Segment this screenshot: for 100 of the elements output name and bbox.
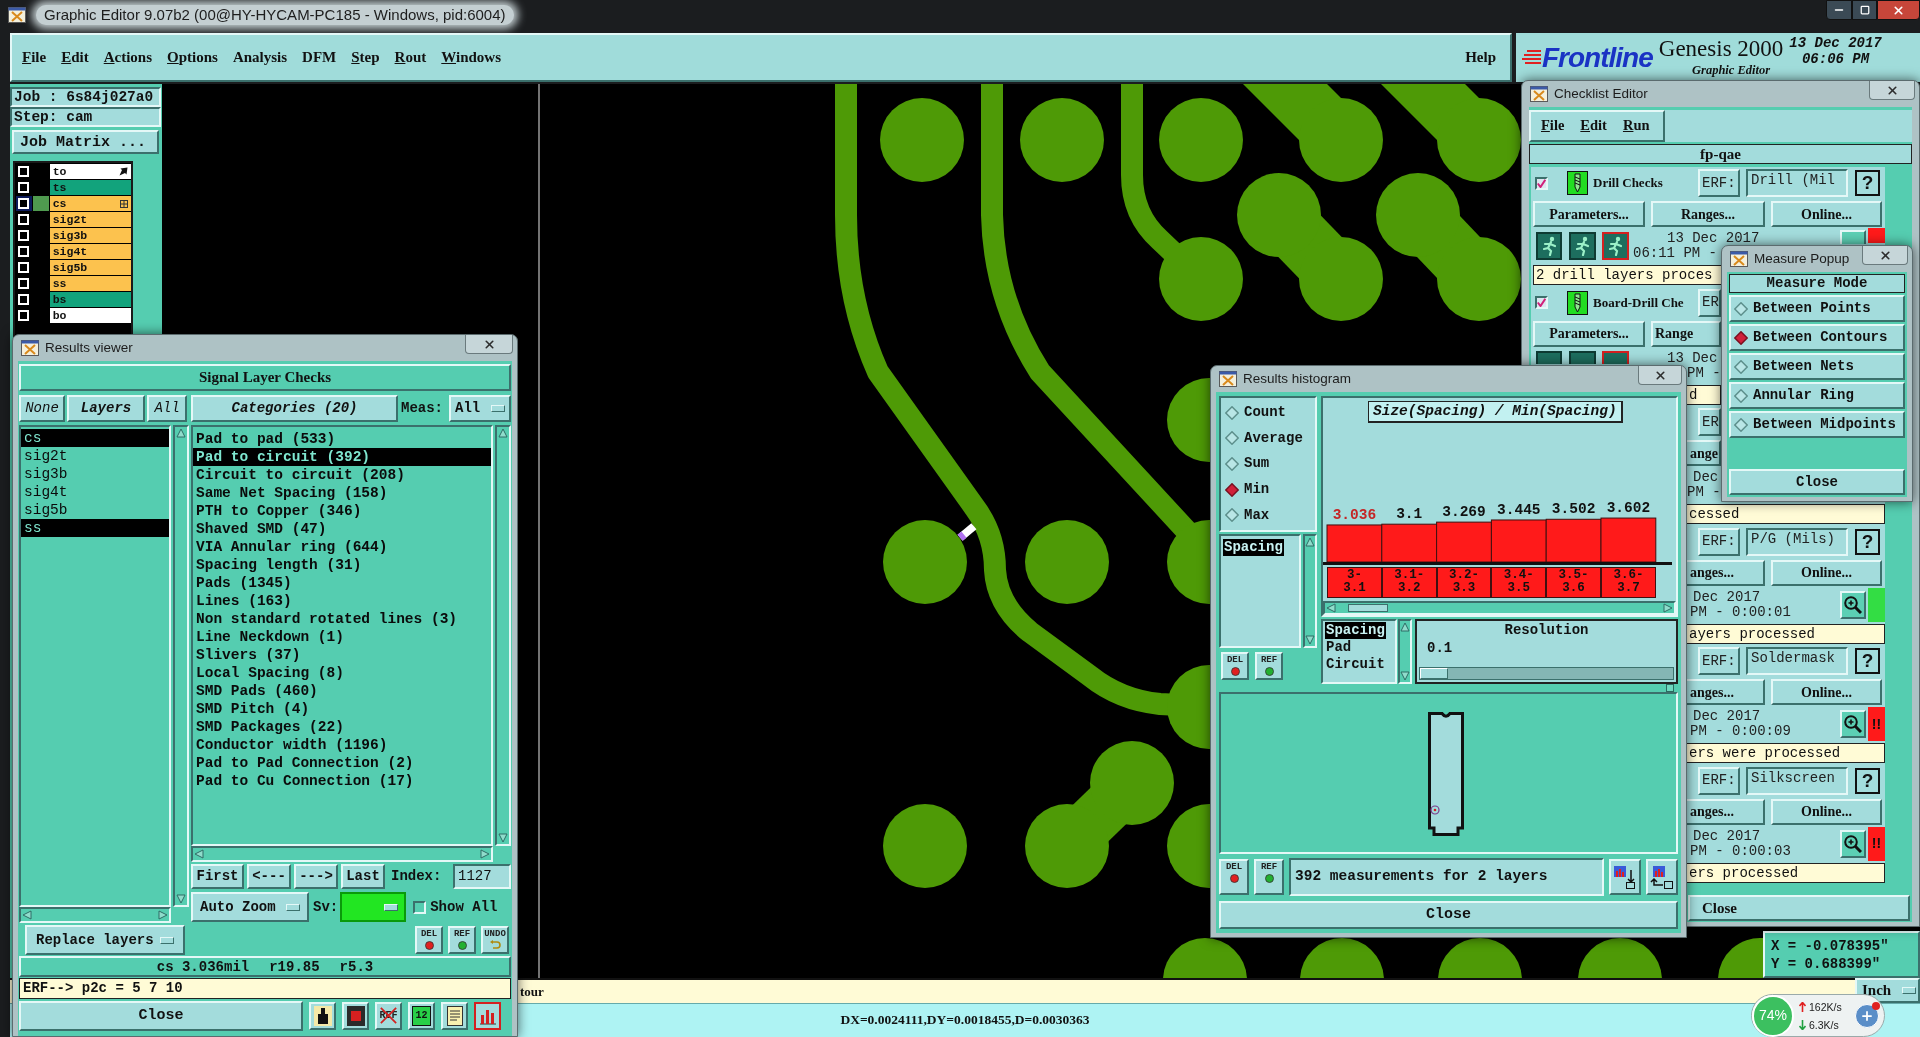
menu-item[interactable]: File: [22, 46, 47, 69]
radio-option[interactable]: Min: [1221, 478, 1270, 501]
menu-item[interactable]: Step: [351, 46, 380, 69]
erf-button[interactable]: ERF:: [1698, 169, 1740, 197]
list-item[interactable]: PTH to Copper (346): [193, 502, 491, 520]
zoom-button[interactable]: [1840, 829, 1866, 858]
scrollbar[interactable]: [1303, 534, 1317, 648]
menu-item[interactable]: File: [1541, 115, 1565, 137]
erf-field[interactable]: Soldermask: [1746, 647, 1848, 675]
layer-name[interactable]: cs: [49, 196, 131, 211]
histogram-button[interactable]: [474, 1002, 501, 1030]
close-button[interactable]: [1877, 0, 1920, 20]
add-button[interactable]: [1855, 1003, 1879, 1028]
scrollbar[interactable]: [1398, 619, 1412, 684]
numbering-button[interactable]: 12: [408, 1002, 435, 1030]
menu-item[interactable]: Options: [167, 46, 218, 69]
delete-button[interactable]: DEL: [1219, 859, 1249, 895]
nav-button[interactable]: Last: [341, 864, 385, 889]
list-item[interactable]: Pad to Pad Connection (2): [193, 754, 491, 772]
radio-option[interactable]: Count: [1221, 401, 1286, 424]
layer-checkbox[interactable]: [18, 310, 30, 321]
close-button[interactable]: Close: [19, 1001, 303, 1031]
check-action-button[interactable]: Online...: [1771, 201, 1882, 227]
menu-item[interactable]: DFM: [302, 46, 337, 69]
menu-item[interactable]: Edit: [61, 46, 89, 69]
list-item[interactable]: sig3b: [21, 465, 169, 483]
check-action-button[interactable]: Online...: [1771, 679, 1882, 705]
refresh-button[interactable]: REF: [1255, 652, 1283, 680]
scrollbar[interactable]: [495, 425, 511, 846]
close-button[interactable]: Close: [1219, 901, 1678, 929]
list-item[interactable]: Same Net Spacing (158): [193, 484, 491, 502]
menu-item[interactable]: Rout: [394, 46, 427, 69]
color-dropdown[interactable]: [340, 892, 407, 922]
radio-option[interactable]: Max: [1221, 504, 1270, 527]
meas-dropdown[interactable]: All: [449, 395, 511, 422]
checkbox[interactable]: [1535, 296, 1548, 309]
list-item[interactable]: Pad to Cu Connection (17): [193, 772, 491, 790]
categories-button[interactable]: Categories (20): [191, 395, 398, 422]
erf-button[interactable]: ER: [1698, 288, 1721, 317]
list-item[interactable]: Circuit: [1325, 656, 1386, 673]
check-action-button[interactable]: ange: [1687, 440, 1721, 466]
zoom-button[interactable]: [1840, 590, 1866, 619]
nav-button[interactable]: <---: [247, 864, 291, 889]
erf-button[interactable]: ER: [1698, 408, 1721, 436]
radio-option[interactable]: Average: [1221, 427, 1303, 450]
list-item[interactable]: SMD Packages (22): [193, 718, 491, 736]
layer-checkbox[interactable]: [18, 214, 30, 225]
refresh-button[interactable]: REF: [448, 926, 476, 954]
refresh-button[interactable]: REF: [1254, 859, 1284, 895]
list-item[interactable]: Shaved SMD (47): [193, 520, 491, 538]
list-item[interactable]: SMD Pads (460): [193, 682, 491, 700]
layer-name[interactable]: sig5b: [49, 260, 131, 275]
close-button[interactable]: Close: [1688, 894, 1910, 921]
layer-name[interactable]: bo: [49, 308, 131, 323]
radio-option[interactable]: Sum: [1221, 453, 1270, 475]
layer-checkbox[interactable]: [18, 230, 30, 241]
list-item[interactable]: Local Spacing (8): [193, 664, 491, 682]
check-action-button[interactable]: anges...: [1687, 679, 1765, 705]
check-action-button[interactable]: Online...: [1771, 559, 1882, 586]
stop-tool-button[interactable]: [342, 1002, 369, 1030]
layer-name[interactable]: to: [49, 164, 131, 179]
close-button[interactable]: Close: [1729, 469, 1905, 495]
menu-item[interactable]: Run: [1622, 115, 1650, 137]
check-action-button[interactable]: Parameters...: [1533, 201, 1645, 227]
run-button[interactable]: [1569, 232, 1596, 260]
scrollbar[interactable]: [19, 907, 171, 923]
layer-checkbox[interactable]: [18, 294, 30, 305]
maximize-button[interactable]: [1852, 0, 1877, 20]
list-item[interactable]: ss: [21, 519, 169, 537]
help-button[interactable]: ?: [1855, 528, 1880, 555]
list-item[interactable]: sig5b: [21, 501, 169, 519]
list-item[interactable]: Spacing: [1325, 622, 1386, 639]
radio-option[interactable]: Between Points: [1729, 295, 1905, 322]
menu-item[interactable]: Windows: [441, 46, 502, 69]
list-item[interactable]: sig2t: [21, 447, 169, 465]
slider-thumb[interactable]: [1420, 668, 1448, 679]
filter-button[interactable]: All: [147, 395, 187, 422]
figure-tool-button[interactable]: [309, 1002, 336, 1030]
scrollbar-thumb[interactable]: [1348, 604, 1388, 612]
replace-mode-dropdown[interactable]: Replace layers: [25, 925, 185, 955]
radio-option[interactable]: Between Contours: [1729, 324, 1905, 351]
checkbox[interactable]: [1535, 176, 1548, 190]
layer-name[interactable]: bs: [49, 292, 131, 307]
radio-option[interactable]: Between Nets: [1729, 353, 1905, 380]
layer-checkbox[interactable]: [18, 246, 30, 257]
scrollbar[interactable]: [173, 425, 189, 907]
layer-checkbox[interactable]: [18, 278, 30, 289]
menu-item[interactable]: Actions: [103, 46, 153, 69]
layer-name[interactable]: ss: [49, 276, 131, 291]
scrollbar[interactable]: [1323, 601, 1676, 615]
list-item[interactable]: SMD Pitch (4): [193, 700, 491, 718]
layer-checkbox[interactable]: [18, 166, 30, 177]
run-button[interactable]: [1602, 350, 1629, 364]
list-item[interactable]: sig4t: [21, 483, 169, 501]
minimize-button[interactable]: [1826, 0, 1852, 20]
scrollbar[interactable]: [191, 846, 493, 862]
run-button[interactable]: [1569, 350, 1596, 364]
list-item[interactable]: Pads (1345): [193, 574, 491, 592]
splitter-handle-icon[interactable]: [1666, 684, 1674, 692]
resolution-slider[interactable]: [1419, 667, 1674, 680]
